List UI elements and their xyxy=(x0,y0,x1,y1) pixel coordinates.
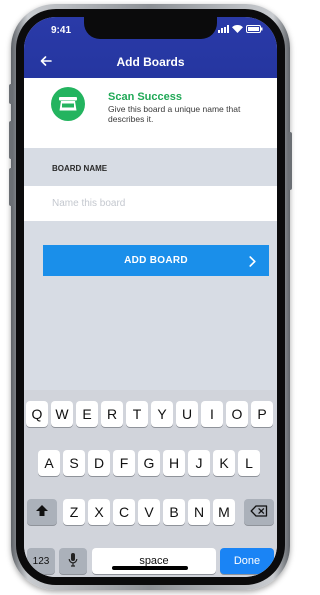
volume-up-button xyxy=(9,121,13,159)
shift-key[interactable] xyxy=(27,499,57,525)
page-title: Add Boards xyxy=(116,55,185,69)
home-indicator xyxy=(112,566,188,570)
done-key[interactable]: Done xyxy=(220,548,274,574)
onscreen-keyboard: QWERTYUIOP ASDFGHJKL ZXCVBNM 123 space D… xyxy=(24,390,277,577)
key-j[interactable]: J xyxy=(188,450,210,476)
key-e[interactable]: E xyxy=(76,401,98,427)
status-icons xyxy=(218,25,263,33)
key-o[interactable]: O xyxy=(226,401,248,427)
key-t[interactable]: T xyxy=(126,401,148,427)
key-u[interactable]: U xyxy=(176,401,198,427)
key-v[interactable]: V xyxy=(138,499,160,525)
key-p[interactable]: P xyxy=(251,401,273,427)
delete-key[interactable] xyxy=(244,499,274,525)
board-name-label: BOARD NAME xyxy=(52,164,108,173)
power-button xyxy=(288,132,292,190)
add-board-button[interactable]: ADD BOARD xyxy=(43,245,269,276)
notch xyxy=(84,17,217,39)
key-r[interactable]: R xyxy=(101,401,123,427)
key-y[interactable]: Y xyxy=(151,401,173,427)
key-h[interactable]: H xyxy=(163,450,185,476)
key-z[interactable]: Z xyxy=(63,499,85,525)
scanner-icon xyxy=(51,87,85,121)
app-screen: 9:41 Add Boards Scan Success Give this b… xyxy=(24,17,277,577)
backspace-icon xyxy=(250,504,268,520)
key-s[interactable]: S xyxy=(63,450,85,476)
scan-success-card: Scan Success Give this board a unique na… xyxy=(24,78,277,148)
key-a[interactable]: A xyxy=(38,450,60,476)
key-x[interactable]: X xyxy=(88,499,110,525)
key-d[interactable]: D xyxy=(88,450,110,476)
key-f[interactable]: F xyxy=(113,450,135,476)
microphone-icon xyxy=(68,552,78,570)
signal-icon xyxy=(218,25,229,33)
key-l[interactable]: L xyxy=(238,450,260,476)
success-title: Scan Success xyxy=(108,91,182,103)
key-i[interactable]: I xyxy=(201,401,223,427)
key-c[interactable]: C xyxy=(113,499,135,525)
wifi-icon xyxy=(232,25,243,33)
silent-switch xyxy=(9,84,13,104)
key-k[interactable]: K xyxy=(213,450,235,476)
space-key[interactable]: space xyxy=(92,548,216,574)
key-g[interactable]: G xyxy=(138,450,160,476)
status-time: 9:41 xyxy=(51,25,72,36)
key-w[interactable]: W xyxy=(51,401,73,427)
shift-icon xyxy=(35,504,49,520)
board-name-input[interactable] xyxy=(24,186,277,221)
add-board-label: ADD BOARD xyxy=(124,255,188,266)
app-header: 9:41 Add Boards xyxy=(24,17,277,78)
numbers-key[interactable]: 123 xyxy=(27,548,55,574)
key-m[interactable]: M xyxy=(213,499,235,525)
key-q[interactable]: Q xyxy=(26,401,48,427)
chevron-right-icon xyxy=(249,254,256,272)
key-b[interactable]: B xyxy=(163,499,185,525)
key-n[interactable]: N xyxy=(188,499,210,525)
success-message: Give this board a unique name that descr… xyxy=(108,104,241,124)
battery-icon xyxy=(246,25,263,33)
volume-down-button xyxy=(9,168,13,206)
dictation-key[interactable] xyxy=(59,548,87,574)
